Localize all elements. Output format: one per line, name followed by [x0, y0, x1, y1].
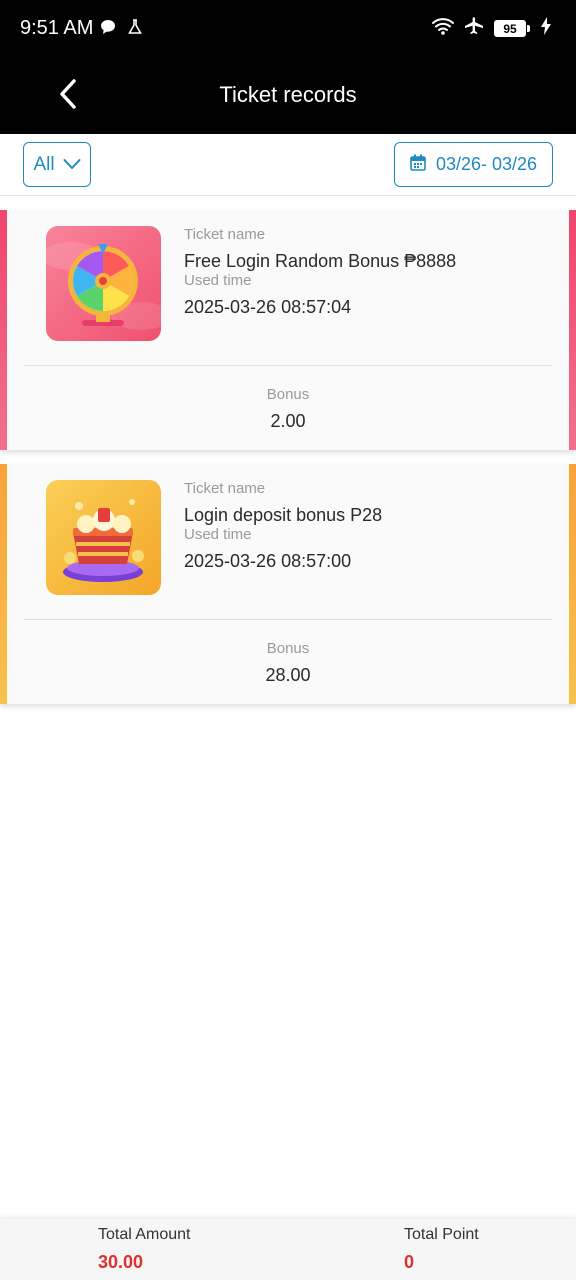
flask-icon — [128, 19, 142, 40]
battery-level: 95 — [494, 20, 526, 37]
totals-footer: Total Amount 30.00 Total Point 0 — [0, 1219, 576, 1280]
ticket-name-value: Free Login Random Bonus ₱8888 — [184, 251, 457, 271]
battery-icon: 95 — [494, 20, 530, 37]
total-point-value: 0 — [404, 1252, 415, 1272]
bonus-label: Bonus — [266, 386, 310, 403]
charging-icon — [540, 17, 552, 40]
date-range-picker[interactable]: 03/26- 03/26 — [394, 142, 553, 187]
divider — [24, 365, 552, 366]
used-time-label: Used time — [184, 272, 252, 289]
total-point-label: Total Point — [404, 1226, 479, 1243]
spin-wheel-thumbnail — [46, 226, 161, 341]
wifi-icon — [432, 17, 454, 40]
calendar-icon — [410, 154, 426, 176]
ticket-name-value: Login deposit bonus P28 — [184, 505, 383, 525]
bonus-label: Bonus — [266, 640, 310, 657]
total-amount-label: Total Amount — [98, 1226, 191, 1243]
status-bar: 9:51 AM 95 — [0, 0, 576, 58]
date-range-value: 03/26- 03/26 — [435, 154, 538, 174]
type-filter-value: All — [33, 153, 55, 175]
total-point-block: Total Point 0 — [404, 1226, 479, 1273]
used-time-label: Used time — [184, 526, 252, 543]
ticket-name-label: Ticket name — [184, 226, 266, 243]
divider — [24, 619, 552, 620]
ticket-record-card[interactable]: Ticket name Login deposit bonus P28 Used… — [0, 464, 576, 704]
used-time-value: 2025-03-26 08:57:00 — [184, 551, 352, 571]
bonus-value: 28.00 — [265, 665, 311, 685]
airplane-icon — [464, 16, 484, 41]
bonus-value: 2.00 — [270, 411, 306, 431]
used-time-value: 2025-03-26 08:57:04 — [184, 297, 352, 317]
ticket-name-label: Ticket name — [184, 480, 266, 497]
total-amount-block: Total Amount 30.00 — [98, 1226, 191, 1273]
ticket-record-card[interactable]: Ticket name Free Login Random Bonus ₱888… — [0, 210, 576, 450]
filter-bar: All 03/26- 03/26 — [0, 134, 576, 196]
treasure-chest-thumbnail — [46, 480, 161, 595]
app-header: Ticket records — [0, 58, 576, 134]
type-filter-dropdown[interactable]: All — [23, 142, 91, 187]
chevron-down-icon — [63, 154, 81, 176]
total-amount-value: 30.00 — [98, 1252, 144, 1272]
page-title: Ticket records — [219, 82, 357, 107]
chat-bubble-icon — [100, 19, 116, 40]
status-time: 9:51 AM — [20, 17, 94, 39]
